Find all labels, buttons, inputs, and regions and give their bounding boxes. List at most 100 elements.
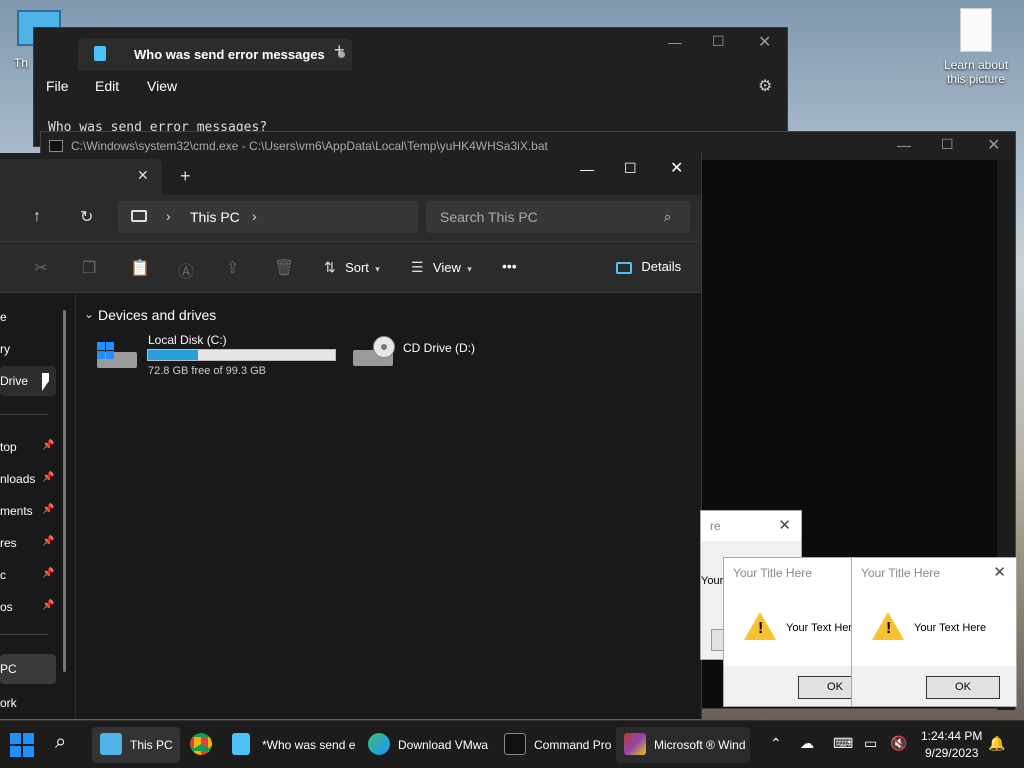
start-button[interactable] xyxy=(10,733,34,757)
minimize-icon[interactable]: — xyxy=(580,161,594,177)
mouse-cursor-icon xyxy=(42,373,49,391)
close-icon[interactable]: ✕ xyxy=(758,32,771,52)
taskbar-app-cmd[interactable]: Command Pro xyxy=(496,727,616,763)
nav-item-gallery[interactable]: ry xyxy=(0,342,10,356)
minimize-icon[interactable]: — xyxy=(668,34,682,50)
nav-item-desktop[interactable]: top 📌 xyxy=(0,440,60,454)
notepad-tab[interactable]: Who was send error messages xyxy=(78,38,352,70)
nav-item-label: os xyxy=(0,600,13,614)
new-tab-icon[interactable]: + xyxy=(180,166,191,187)
taskbar-app-label: *Who was send e xyxy=(262,738,356,752)
minimize-icon[interactable]: — xyxy=(897,137,911,153)
nav-item-downloads[interactable]: nloads 📌 xyxy=(0,472,60,486)
explorer-tabbar: ✕ + — ☐ ✕ xyxy=(0,153,701,195)
nav-item-label: Drive xyxy=(0,374,29,388)
pin-icon: 📌 xyxy=(42,472,55,483)
refresh-icon[interactable]: ↻ xyxy=(80,207,93,227)
nav-item-this-pc[interactable]: PC xyxy=(0,654,56,684)
copy-icon[interactable]: ❐ xyxy=(82,258,96,278)
clock-date[interactable]: 9/29/2023 xyxy=(925,746,978,760)
nav-item-videos[interactable]: os 📌 xyxy=(0,600,60,614)
close-icon[interactable]: ✕ xyxy=(987,135,1000,155)
message-box-front: Your Title Here ✕ ! Your Text Here OK xyxy=(851,557,1017,707)
taskbar-app-this-pc[interactable]: This PC xyxy=(92,727,180,763)
share-icon[interactable]: ⇪ xyxy=(226,258,239,278)
maximize-icon[interactable]: ☐ xyxy=(712,33,725,50)
menu-edit[interactable]: Edit xyxy=(95,78,119,94)
ok-button[interactable]: OK xyxy=(926,676,1000,699)
monitor-icon xyxy=(100,733,122,755)
explorer-tab[interactable]: ✕ xyxy=(0,159,162,195)
view-button[interactable]: ☰ View ▾ xyxy=(411,259,472,276)
drive-item-d[interactable]: CD Drive (D:) xyxy=(351,332,501,374)
nav-item-home[interactable]: e xyxy=(0,310,7,324)
chevron-up-icon[interactable]: ⌃ xyxy=(770,735,782,752)
address-bar[interactable]: › This PC › xyxy=(118,201,418,233)
search-icon[interactable]: ⌕ xyxy=(664,209,671,225)
nav-scrollbar[interactable] xyxy=(63,310,66,672)
sort-button[interactable]: ⇅ Sort ▾ xyxy=(324,259,380,276)
taskbar-app-chrome[interactable] xyxy=(182,727,218,763)
close-icon[interactable]: ✕ xyxy=(993,563,1006,581)
hard-drive-icon xyxy=(97,342,137,368)
new-tab-icon[interactable]: + xyxy=(334,40,345,61)
section-title[interactable]: Devices and drives xyxy=(98,307,216,323)
menu-file[interactable]: File xyxy=(46,78,69,94)
dialog-titlebar[interactable]: Your Title Here xyxy=(724,558,856,588)
chevron-right-icon[interactable]: › xyxy=(252,208,257,224)
details-button[interactable]: Details xyxy=(616,259,681,274)
dialog-titlebar[interactable]: re ✕ xyxy=(701,511,801,541)
address-location[interactable]: This PC xyxy=(190,209,240,225)
chevron-down-icon[interactable]: ⌄ xyxy=(84,307,94,321)
dialog-text: Your Text Here xyxy=(786,622,859,634)
cmd-icon xyxy=(49,140,63,152)
cut-icon[interactable]: ✂ xyxy=(34,258,47,278)
close-tab-icon[interactable]: ✕ xyxy=(137,167,149,184)
desktop-icon-label-2: this picture xyxy=(946,72,1006,86)
search-icon[interactable]: ⌕ xyxy=(55,731,66,754)
details-label: Details xyxy=(641,259,682,274)
dialog-body: ! Your Text Here xyxy=(724,588,859,666)
maximize-icon[interactable]: ☐ xyxy=(624,160,637,177)
drive-item-c[interactable]: Local Disk (C:) 72.8 GB free of 99.3 GB xyxy=(95,332,340,377)
maximize-icon[interactable]: ☐ xyxy=(941,136,954,153)
desktop-icon-learn-picture[interactable]: Learn about this picture xyxy=(936,8,1016,86)
nav-item-network[interactable]: ork xyxy=(0,696,17,710)
menu-view[interactable]: View xyxy=(147,78,177,94)
close-icon[interactable]: ✕ xyxy=(670,158,683,178)
file-icon xyxy=(960,8,992,52)
pin-icon: 📌 xyxy=(42,440,55,451)
view-icon: ☰ xyxy=(411,259,424,275)
nav-item-label: ry xyxy=(0,342,10,356)
taskbar-app-notepad[interactable]: *Who was send e xyxy=(224,727,358,763)
search-input[interactable]: Search This PC xyxy=(440,209,538,225)
rename-icon[interactable]: Ⓐ xyxy=(178,258,194,282)
search-box[interactable]: Search This PC ⌕ xyxy=(426,201,690,233)
nav-item-music[interactable]: c 📌 xyxy=(0,568,60,582)
dialog-title: re xyxy=(710,519,721,533)
dialog-titlebar[interactable]: Your Title Here ✕ xyxy=(852,558,1016,588)
taskbar-app-label: Download VMwa xyxy=(398,738,489,752)
network-icon[interactable]: ▭ xyxy=(864,735,877,752)
taskbar-app-edge[interactable]: Download VMwa xyxy=(360,727,494,763)
nav-item-label: PC xyxy=(0,662,17,676)
taskbar-app-windows-script[interactable]: Microsoft ® Wind xyxy=(616,727,750,763)
close-icon[interactable]: ✕ xyxy=(778,516,791,534)
warning-mark: ! xyxy=(886,620,892,637)
paste-icon[interactable]: 📋 xyxy=(130,258,150,278)
keyboard-icon[interactable]: ⌨ xyxy=(833,735,853,752)
delete-icon[interactable]: 🗑 xyxy=(274,258,294,278)
cmd-title: C:\Windows\system32\cmd.exe - C:\Users\v… xyxy=(71,139,548,153)
more-options-button[interactable]: ••• xyxy=(502,258,517,274)
notification-bell-icon[interactable]: 🔔 xyxy=(988,735,1005,752)
nav-item-pictures[interactable]: res 📌 xyxy=(0,536,60,550)
up-arrow-icon[interactable]: ↑ xyxy=(33,208,41,226)
pin-icon: 📌 xyxy=(42,600,55,611)
script-host-icon xyxy=(624,733,646,755)
onedrive-icon[interactable]: ☁ xyxy=(800,735,814,752)
volume-muted-icon[interactable]: 🔇 xyxy=(890,735,907,752)
taskbar-app-label: Microsoft ® Wind xyxy=(654,738,746,752)
gear-icon[interactable]: ⚙ xyxy=(758,76,772,96)
clock-time[interactable]: 1:24:44 PM xyxy=(921,729,982,743)
nav-item-documents[interactable]: ments 📌 xyxy=(0,504,60,518)
